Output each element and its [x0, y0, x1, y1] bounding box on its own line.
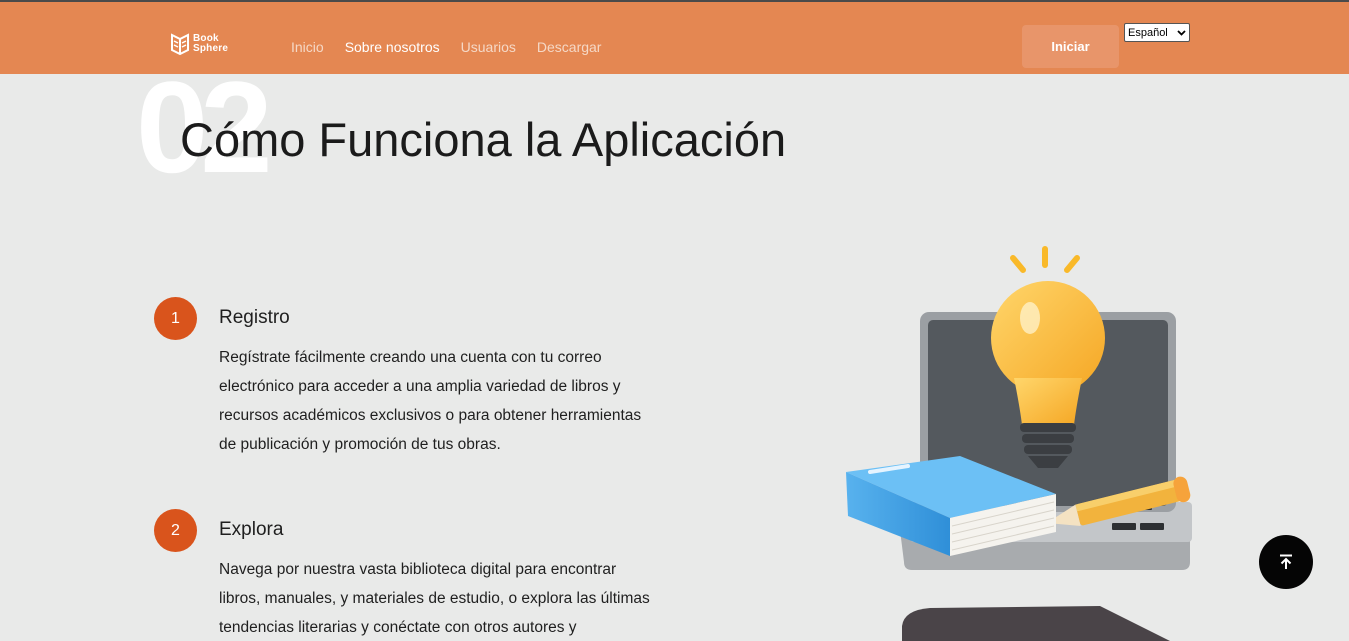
step-number-badge: 2 [154, 509, 197, 552]
chevron-down-icon [1177, 29, 1186, 36]
step-title: Explora [219, 519, 284, 540]
window-top-border [0, 0, 1349, 2]
arrow-up-to-line-icon [1280, 554, 1292, 569]
scroll-to-top-button[interactable] [1259, 535, 1313, 589]
language-select[interactable]: Español [1124, 23, 1190, 42]
logo-text: Book Sphere [193, 34, 228, 54]
top-navbar: Book Sphere Inicio Sobre nosotros Usuari… [0, 0, 1349, 74]
laptop-lightbulb-illustration [846, 246, 1192, 641]
nav-link-sobre-nosotros[interactable]: Sobre nosotros [345, 39, 440, 55]
language-select-value: Español [1128, 26, 1168, 39]
main-nav: Inicio Sobre nosotros Usuarios Descargar [291, 39, 601, 55]
logo-line-2: Sphere [193, 43, 229, 54]
section-title: Cómo Funciona la Aplicación [180, 113, 787, 166]
nav-link-descargar[interactable]: Descargar [537, 39, 602, 55]
book-sphere-logo-icon [171, 33, 189, 56]
logo[interactable]: Book Sphere [170, 32, 228, 56]
nav-link-usuarios[interactable]: Usuarios [461, 39, 516, 55]
login-button[interactable]: Iniciar [1022, 25, 1119, 68]
step-title: Registro [219, 307, 290, 328]
step-description: Navega por nuestra vasta biblioteca digi… [219, 561, 650, 636]
step-description: Regístrate fácilmente creando una cuenta… [219, 349, 642, 453]
nav-link-inicio[interactable]: Inicio [291, 39, 324, 55]
step-number-badge: 1 [154, 297, 197, 340]
